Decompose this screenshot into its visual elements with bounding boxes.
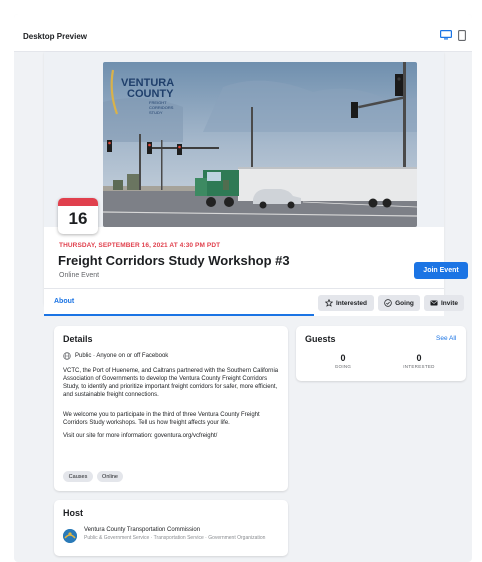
tag-causes[interactable]: Causes: [63, 471, 93, 482]
host-categories: Public & Government Service · Transporta…: [84, 535, 266, 541]
host-name[interactable]: Ventura County Transportation Commission: [84, 527, 200, 533]
privacy-row: Public · Anyone on or off Facebook: [63, 352, 168, 360]
tag-online[interactable]: Online: [97, 471, 123, 482]
star-icon: [324, 299, 333, 307]
join-event-button[interactable]: Join Event: [414, 262, 468, 279]
event-date: THURSDAY, SEPTEMBER 16, 2021 AT 4:30 PM …: [59, 242, 221, 249]
globe-icon: [63, 352, 71, 360]
guests-card: Guests See All 0 GOING 0 INTERESTED: [296, 326, 466, 381]
invite-label: Invite: [441, 299, 458, 307]
interested-button[interactable]: Interested: [318, 295, 374, 311]
details-paragraph: We welcome you to participate in the thi…: [63, 412, 260, 426]
envelope-icon: [430, 300, 438, 306]
cover-logo-sub3: STUDY: [149, 110, 163, 115]
event-header-card: VENTURA COUNTY FREIGHT CORRIDORS STUDY 1…: [44, 52, 468, 308]
going-count: 0: [340, 353, 346, 363]
going-button[interactable]: Going: [378, 295, 420, 311]
active-tab-indicator: [44, 314, 314, 316]
preview-header: Desktop Preview: [14, 14, 472, 52]
interested-count-label: INTERESTED: [403, 364, 435, 369]
date-badge-day: 16: [68, 209, 88, 228]
guests-interested-stat[interactable]: 0 INTERESTED: [389, 353, 449, 369]
check-circle-icon: [384, 299, 392, 307]
desktop-icon[interactable]: [440, 30, 452, 40]
details-card: Details Public · Anyone on or off Facebo…: [54, 326, 288, 491]
guests-going-stat[interactable]: 0 GOING: [313, 353, 373, 369]
event-subtitle: Online Event: [59, 272, 100, 279]
going-count-label: GOING: [334, 364, 352, 369]
host-card: Host Ventura County Transportation Commi…: [54, 500, 288, 556]
preview-panel: Desktop Preview VENTURA COUNTY FREIGHT C…: [14, 14, 472, 562]
privacy-text: Public · Anyone on or off Facebook: [75, 353, 169, 359]
details-title: Details: [63, 334, 93, 344]
date-badge: 16: [58, 198, 98, 234]
host-title: Host: [63, 508, 83, 518]
details-paragraph: Visit our site for more information: gov…: [63, 433, 218, 439]
going-label: Going: [395, 299, 414, 307]
cover-logo-line2: COUNTY: [127, 88, 174, 100]
details-paragraph: VCTC, the Port of Hueneme, and Caltrans …: [63, 368, 279, 398]
host-avatar[interactable]: [63, 529, 77, 543]
guests-title: Guests: [305, 334, 336, 344]
date-badge-header: [58, 198, 98, 206]
cover-illustration: VENTURA COUNTY FREIGHT CORRIDORS STUDY: [103, 62, 417, 227]
invite-button[interactable]: Invite: [424, 295, 464, 311]
interested-count: 0: [416, 353, 422, 363]
event-title: Freight Corridors Study Workshop #3: [58, 253, 290, 268]
tab-about[interactable]: About: [54, 298, 74, 305]
cover-photo: VENTURA COUNTY FREIGHT CORRIDORS STUDY: [103, 62, 417, 227]
tab-bar: About Interested Going Invite: [44, 288, 464, 316]
preview-title: Desktop Preview: [23, 32, 88, 41]
interested-label: Interested: [335, 299, 368, 307]
mobile-icon[interactable]: [458, 30, 466, 41]
see-all-link[interactable]: See All: [436, 335, 456, 342]
